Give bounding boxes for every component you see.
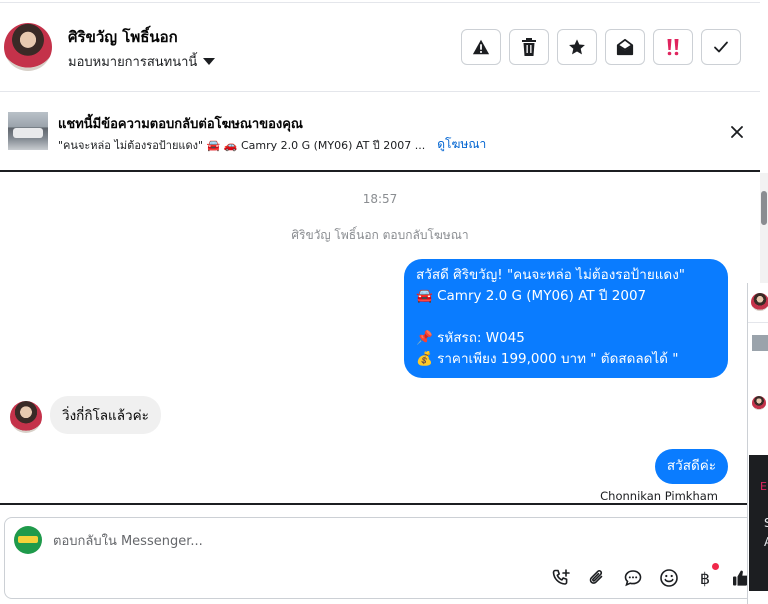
composer-actions: ฿ (549, 563, 753, 590)
star-icon (569, 39, 585, 55)
delete-button[interactable] (509, 29, 549, 65)
side-panel-dark-card: E S A (749, 455, 768, 591)
message-line: 🚘 Camry 2.0 G (MY06) AT ปี 2007 (416, 288, 647, 304)
star-button[interactable] (557, 29, 597, 65)
view-ad-link[interactable]: ดูโฆษณา (437, 135, 486, 154)
message-line: 📌 รหัสรถ: W045 (416, 330, 525, 346)
banner-title: แชทนี้มีข้อความตอบกลับต่อโฆษณาของคุณ (58, 117, 303, 132)
envelope-open-icon (616, 38, 634, 56)
page-avatar (14, 526, 42, 554)
side-panel-char: S (764, 516, 768, 530)
ad-preview-text: "คนจะหล่อ ไม่ต้องรอป้ายแดง" 🚘 🚗 Camry 2.… (58, 138, 426, 152)
payment-button[interactable]: ฿ (693, 563, 719, 590)
outgoing-ad-message[interactable]: สวัสดี ศิริขวัญ! "คนจะหล่อ ไม่ต้องรอป้าย… (404, 259, 728, 378)
incoming-message[interactable]: วิ่งกี่กิโลแล้วค่ะ (50, 396, 161, 434)
phone-plus-icon (552, 569, 570, 585)
ad-reply-banner: แชทนี้มีข้อความตอบกลับต่อโฆษณาของคุณ "คน… (0, 93, 760, 172)
messenger-inbox: ศิริขวัญ โพธิ์นอก มอบหมายการสนทนานี้ แชท… (0, 0, 768, 604)
message-line (416, 307, 716, 328)
side-panel-char: E (760, 480, 767, 493)
baht-icon: ฿ (699, 568, 711, 588)
mark-done-button[interactable] (701, 29, 741, 65)
sender-name: Chonnikan Pimkham (600, 489, 718, 503)
contact-avatar-small (10, 401, 42, 433)
mark-unread-button[interactable] (605, 29, 645, 65)
contact-avatar[interactable] (4, 23, 52, 71)
banner-ad-text-row: "คนจะหล่อ ไม่ต้องรอป้ายแดง" 🚘 🚗 Camry 2.… (58, 135, 486, 154)
assign-label: มอบหมายการสนทนานี้ (68, 55, 198, 70)
contact-name[interactable]: ศิริขวัญ โพธิ์นอก (68, 25, 178, 49)
side-panel-thumbnail[interactable] (752, 335, 768, 351)
caret-down-icon (203, 58, 216, 65)
divider (0, 503, 760, 505)
message-thread[interactable]: 18:57 ศิริขวัญ โพธิ์นอก ตอบกลับโฆษณา สวั… (0, 173, 760, 503)
reply-input[interactable] (53, 530, 653, 552)
smiley-icon (660, 569, 678, 587)
attach-button[interactable] (585, 566, 609, 590)
assign-conversation-dropdown[interactable]: มอบหมายการสนทนานี้ (68, 51, 216, 72)
paperclip-icon (589, 570, 603, 584)
side-panel-avatar[interactable] (752, 396, 766, 410)
close-banner-icon[interactable] (729, 124, 745, 140)
notification-dot (712, 563, 719, 570)
report-spam-button[interactable] (461, 29, 501, 65)
warning-icon (472, 39, 490, 55)
outgoing-message[interactable]: สวัสดีค่ะ (654, 449, 728, 484)
saved-replies-button[interactable] (621, 566, 645, 590)
trash-icon (522, 38, 536, 56)
call-request-button[interactable] (549, 566, 573, 590)
message-line: สวัสดี ศิริขวัญ! "คนจะหล่อ ไม่ต้องรอป้าย… (416, 267, 685, 283)
message-line: 💰 ราคาเพียง 199,000 บาท " ตัดสดลดได้ " (416, 351, 679, 367)
conversation-toolbar (461, 29, 741, 65)
chat-bubble-icon (624, 570, 642, 587)
side-panel-char: A (764, 535, 768, 549)
divider (748, 322, 768, 323)
ad-thumbnail[interactable] (8, 112, 48, 150)
divider (0, 2, 760, 3)
conversation-header: ศิริขวัญ โพธิ์นอก มอบหมายการสนทนานี้ (0, 0, 760, 92)
reply-composer: ฿ (4, 517, 754, 599)
double-exclamation-icon (667, 39, 679, 56)
emoji-button[interactable] (657, 566, 681, 590)
message-timestamp: 18:57 (362, 192, 398, 206)
system-note: ศิริขวัญ โพธิ์นอก ตอบกลับโฆษณา (291, 228, 469, 242)
scrollbar-thumb[interactable] (761, 191, 767, 225)
follow-up-button[interactable] (653, 29, 693, 65)
side-panel-avatar[interactable] (751, 293, 768, 311)
check-icon (714, 41, 728, 53)
